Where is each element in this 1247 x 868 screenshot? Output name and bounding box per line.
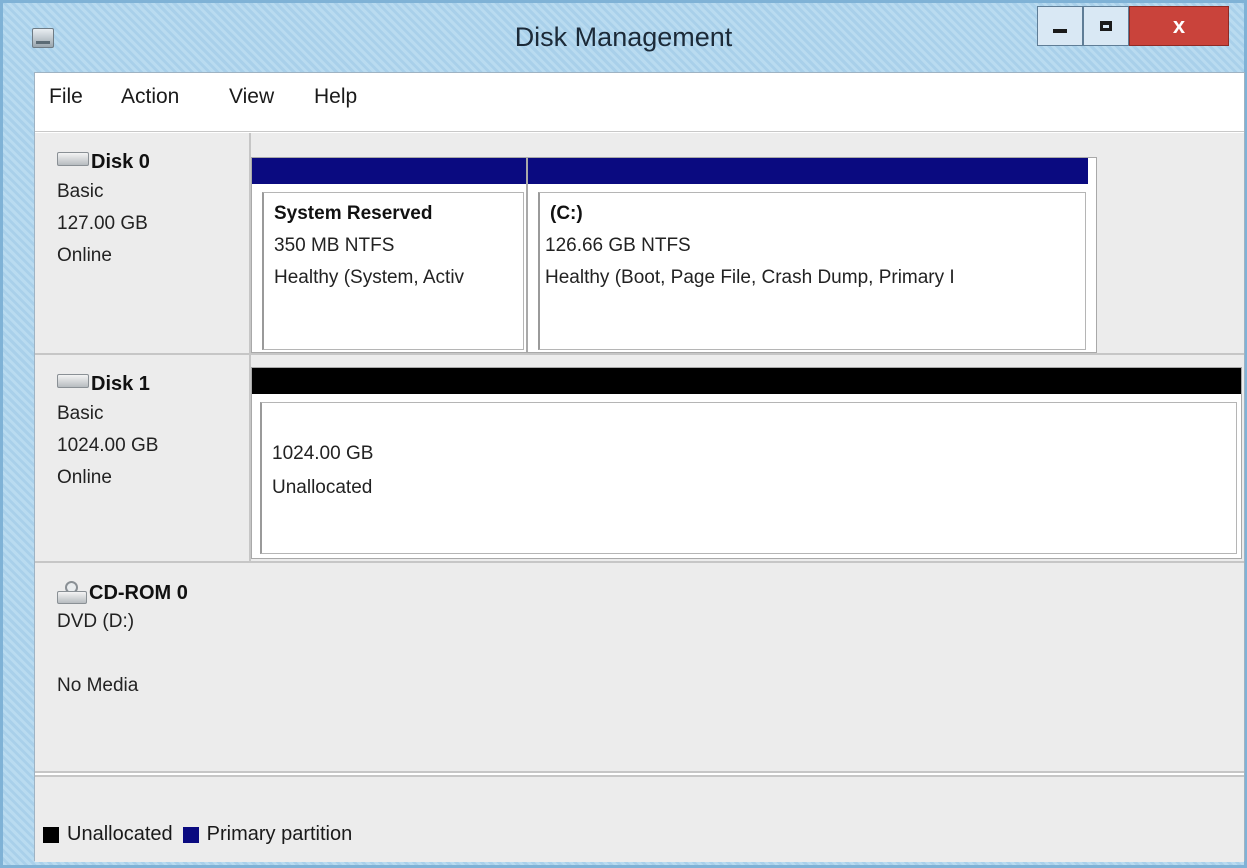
legend-bar: Unallocated Primary partition [35,775,1244,862]
disk-type: DVD (D:) [57,611,135,632]
title-bar[interactable]: Disk Management x [0,0,1247,72]
volume-c-drive[interactable]: (C:) 126.66 GB NTFS Healthy (Boot, Page … [527,157,1097,353]
legend-primary-label: Primary partition [206,823,353,845]
disk-status: Online [57,245,112,266]
disk-label-disk-0[interactable]: Disk 0 Basic 127.00 GB Online [35,133,251,353]
disk-name: Disk 0 [57,151,150,174]
disk-type: Basic [57,181,104,202]
primary-partition-bar [252,158,526,184]
close-icon: x [1172,13,1186,38]
disk-name: CD-ROM 0 [57,581,188,605]
minimize-button[interactable] [1037,6,1083,46]
disk-label-cdrom-0[interactable]: CD-ROM 0 DVD (D:) No Media [35,563,251,771]
hard-disk-icon [57,373,89,388]
volume-area-empty [249,563,1244,771]
unallocated-swatch [43,826,59,843]
volume-unallocated[interactable]: 1024.00 GB Unallocated [251,367,1242,559]
volume-size: 350 MB NTFS [274,235,395,256]
client-area: File Action View Help Disk 0 Basic 127.0… [34,72,1245,862]
volume-health: Healthy (System, Activ [274,267,465,288]
menu-bar: File Action View Help [35,73,1244,132]
disk-name: Disk 1 [57,373,150,396]
disk-name-text: CD-ROM 0 [89,581,188,604]
volume-title: System Reserved [274,203,433,224]
disk-name-text: Disk 1 [91,373,150,395]
disk-row-cdrom: CD-ROM 0 DVD (D:) No Media [35,563,1244,773]
unallocated-bar [252,368,1241,394]
disk-row-1: Disk 1 Basic 1024.00 GB Online 1024.00 G… [35,355,1244,563]
maximize-button[interactable] [1083,6,1129,46]
primary-partition-bar [528,158,1088,184]
menu-file[interactable]: File [49,85,83,109]
volume-detail: 1024.00 GB Unallocated [260,402,1237,554]
volume-detail: (C:) 126.66 GB NTFS Healthy (Boot, Page … [538,192,1086,350]
cd-rom-icon [57,581,87,605]
volume-system-reserved[interactable]: System Reserved 350 MB NTFS Healthy (Sys… [251,157,527,353]
hard-disk-icon [57,151,89,166]
disk-type: Basic [57,403,104,424]
menu-view[interactable]: View [229,85,274,109]
volume-size: 126.66 GB NTFS [545,235,691,256]
legend: Unallocated Primary partition [43,823,352,846]
volume-title: (C:) [550,203,583,224]
disk-name-text: Disk 0 [91,151,150,173]
disk-size: 127.00 GB [57,213,148,234]
disk-label-disk-1[interactable]: Disk 1 Basic 1024.00 GB Online [35,355,251,561]
legend-unallocated-label: Unallocated [67,823,173,845]
menu-action[interactable]: Action [121,85,179,109]
volume-detail: System Reserved 350 MB NTFS Healthy (Sys… [262,192,524,350]
disk-status: Online [57,467,112,488]
maximize-icon [1100,21,1112,31]
volume-health: Healthy (Boot, Page File, Crash Dump, Pr… [545,267,955,288]
primary-partition-swatch [182,826,199,843]
minimize-icon [1053,29,1067,33]
disk-status: No Media [57,675,139,696]
volume-area: System Reserved 350 MB NTFS Healthy (Sys… [249,133,1244,353]
disk-row-0: Disk 0 Basic 127.00 GB Online System Res… [35,133,1244,355]
disk-size: 1024.00 GB [57,435,159,456]
volume-area: 1024.00 GB Unallocated [249,355,1244,561]
disk-list: Disk 0 Basic 127.00 GB Online System Res… [35,133,1244,773]
volume-health: Unallocated [272,477,373,498]
close-button[interactable]: x [1129,6,1229,46]
volume-size: 1024.00 GB [272,443,374,464]
menu-help[interactable]: Help [314,85,357,109]
